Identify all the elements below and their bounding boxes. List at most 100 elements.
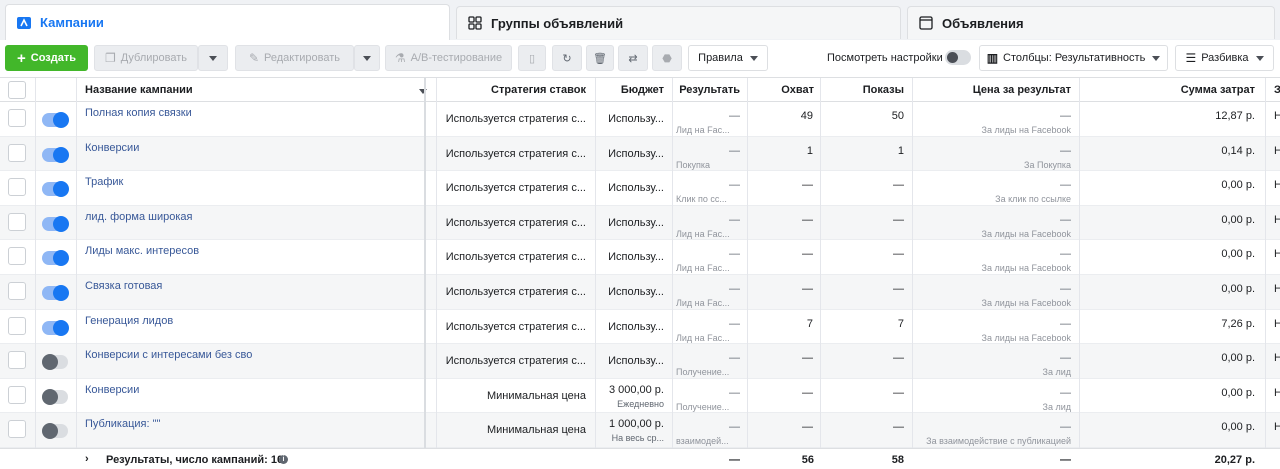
header-spend[interactable]: Сумма затрат <box>1080 78 1255 102</box>
totals-label: Результаты, число кампаний: 10 <box>106 454 284 466</box>
budget-value: Использу... <box>608 182 664 195</box>
row-checkbox[interactable] <box>8 316 26 335</box>
budget-sub: На весь ср... <box>611 433 664 444</box>
totals-spend: 20,27 р. <box>1214 454 1255 466</box>
duplicate-dropdown-button[interactable] <box>198 45 228 71</box>
info-icon[interactable]: i <box>279 455 288 464</box>
trash-icon: 🗑 <box>593 52 607 65</box>
tab-campaigns[interactable]: Кампании <box>5 4 450 40</box>
toggle-knob <box>947 52 958 63</box>
campaign-toggle[interactable] <box>42 285 69 301</box>
cpr-type: За лиды на Facebook <box>981 228 1071 239</box>
delete-button[interactable]: 🗑 <box>586 45 614 71</box>
rules-button[interactable]: Правила <box>688 45 768 71</box>
chevron-down-icon <box>1152 55 1161 61</box>
row-checkbox[interactable] <box>8 385 26 404</box>
totals-result: — <box>729 454 740 466</box>
cpr-value: — <box>1060 213 1071 226</box>
flask-icon: ⚗ <box>394 51 406 65</box>
result-type: Получение... <box>676 367 730 378</box>
table-row[interactable]: лид. форма широкая Используется стратегия… <box>0 205 1280 241</box>
campaign-toggle[interactable] <box>42 388 68 405</box>
table-row[interactable]: Лиды макс. интересов Используется стратег… <box>0 240 1280 275</box>
header-budget[interactable]: Бюджет <box>598 78 664 102</box>
header-extra[interactable]: З <box>1274 78 1280 102</box>
result-type: взаимодей... <box>676 436 729 447</box>
ab-test-button[interactable]: ⚗ A/B-тестирование <box>385 45 512 71</box>
create-button[interactable]: + Создать <box>5 45 88 71</box>
view-settings-toggle[interactable] <box>945 50 971 65</box>
campaign-toggle[interactable] <box>42 215 69 232</box>
duplicate-button[interactable]: ❐ Дублировать <box>94 45 198 71</box>
pencil-icon: ✎ <box>248 51 260 65</box>
row-checkbox[interactable] <box>8 178 26 197</box>
campaign-toggle[interactable] <box>42 181 69 198</box>
row-checkbox[interactable] <box>8 420 26 439</box>
totals-cpr: — <box>1060 454 1071 466</box>
breakdown-icon: ☰ <box>1185 51 1197 65</box>
tag-button[interactable]: ⬣ <box>652 45 682 71</box>
table-row[interactable]: Генерация лидов Используется стратегия с.… <box>0 310 1280 345</box>
table-row[interactable]: Связка готовая Используется стратегия с..… <box>0 275 1280 310</box>
tab-campaigns-label: Кампании <box>40 15 104 30</box>
header-strategy[interactable]: Стратегия ставок <box>440 78 586 102</box>
result-value: — <box>729 386 740 399</box>
result-type: Лид на Fac... <box>676 263 730 274</box>
row-checkbox[interactable] <box>8 143 26 162</box>
totals-impressions: 58 <box>891 454 904 466</box>
preview-button[interactable]: ⇄ <box>618 45 648 71</box>
tab-adsets-label: Группы объявлений <box>491 15 624 31</box>
budget-sub: Ежедневно <box>617 398 664 409</box>
budget-value: Использу... <box>608 113 664 125</box>
result-value: — <box>729 179 740 192</box>
budget-value: Использу... <box>608 320 664 333</box>
header-name[interactable]: Название кампании <box>85 78 405 102</box>
campaign-toggle[interactable] <box>42 319 69 336</box>
edit-dropdown-button[interactable] <box>354 45 380 71</box>
cpr-type: За лиды на Facebook <box>981 263 1071 274</box>
tab-ads[interactable]: Объявления <box>907 6 1275 39</box>
table-row[interactable]: Полная копия связки Используется стратеги… <box>0 102 1280 137</box>
campaign-toggle[interactable] <box>42 250 69 267</box>
campaign-toggle[interactable] <box>42 354 68 371</box>
campaign-toggle[interactable] <box>42 112 69 128</box>
result-value: — <box>729 213 740 226</box>
preview-icon: ⇄ <box>628 52 638 65</box>
table-row[interactable]: Конверсии Минимальная цена 3 000,00 р. Ежед… <box>0 379 1280 414</box>
campaign-toggle[interactable] <box>42 423 68 440</box>
header-impressions[interactable]: Показы <box>820 78 904 102</box>
table-row[interactable]: Конверсии Используется стратегия с... Испо… <box>0 136 1280 172</box>
budget-value: Использу... <box>608 147 664 160</box>
archive-icon: ▯ <box>528 52 536 65</box>
result-value: — <box>729 317 740 330</box>
table-row[interactable]: Конверсии с интересами без сво Использует… <box>0 344 1280 379</box>
row-checkbox[interactable] <box>8 351 26 370</box>
campaign-toggle[interactable] <box>42 146 69 163</box>
columns-button[interactable]: ▥ Столбцы: Результативность <box>979 45 1168 71</box>
expand-chevron-icon[interactable]: › <box>85 453 89 465</box>
row-checkbox[interactable] <box>8 282 26 300</box>
tab-ads-label: Объявления <box>942 15 1024 31</box>
select-all-checkbox[interactable] <box>8 81 26 99</box>
table-row[interactable]: Публикация: "" Минимальная цена 1 000,00 р… <box>0 413 1280 448</box>
toggle-knob <box>53 250 69 267</box>
refresh-button[interactable]: ↻ <box>552 45 582 71</box>
breakdown-button[interactable]: ☰ Разбивка <box>1175 45 1274 71</box>
tab-adsets[interactable]: Группы объявлений <box>456 6 901 39</box>
cpr-value: — <box>1060 248 1071 261</box>
row-checkbox[interactable] <box>8 109 26 127</box>
header-cpr[interactable]: Цена за результат <box>914 78 1071 102</box>
archive-button[interactable]: ▯ <box>518 45 546 71</box>
columns-icon: ▥ <box>986 51 999 65</box>
table-row[interactable]: Трафик Используется стратегия с... Использ… <box>0 171 1280 206</box>
row-checkbox[interactable] <box>8 247 26 266</box>
budget-value: Использу... <box>608 216 664 229</box>
row-checkbox[interactable] <box>8 212 26 231</box>
campaign-icon <box>16 15 32 31</box>
edit-button[interactable]: ✎ Редактировать <box>235 45 354 71</box>
budget-value: Использу... <box>608 251 664 264</box>
table-header: Название кампании Стратегия ставок Бюдже… <box>0 78 1280 102</box>
header-result[interactable]: Результать <box>676 78 740 102</box>
header-reach[interactable]: Охват <box>750 78 814 102</box>
result-value: — <box>729 110 740 122</box>
